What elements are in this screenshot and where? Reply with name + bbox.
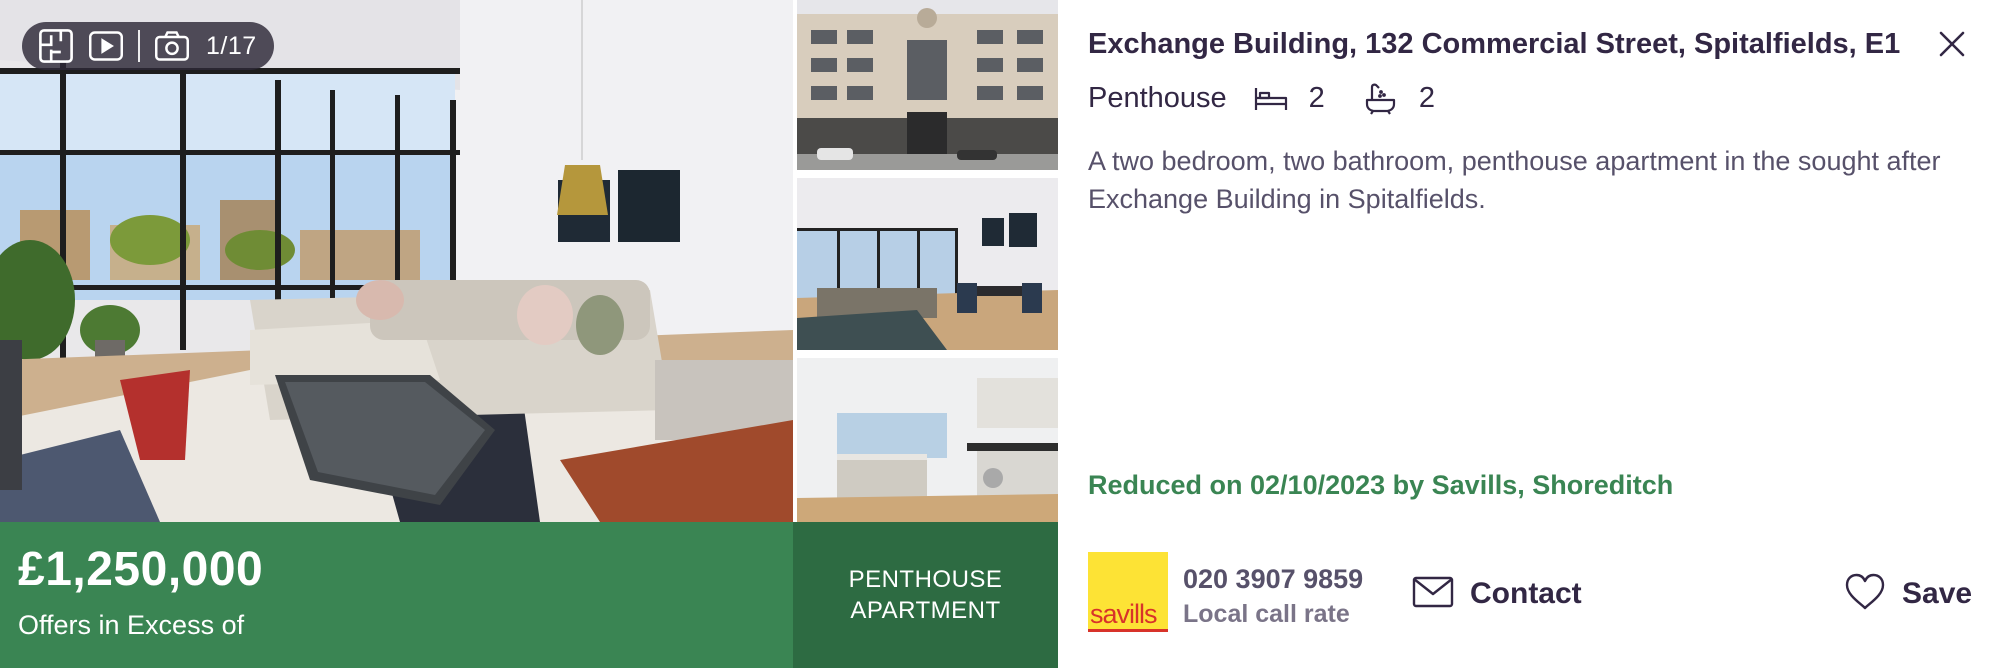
property-meta: Penthouse 2 2	[1088, 80, 1473, 116]
envelope-icon	[1412, 576, 1454, 613]
property-type: Penthouse	[1088, 81, 1227, 114]
property-description: A two bedroom, two bathroom, penthouse a…	[1088, 146, 1941, 214]
bed-icon	[1253, 82, 1289, 114]
price: £1,250,000	[18, 543, 264, 596]
bathroom-count: 2	[1418, 81, 1435, 114]
floorplan-icon[interactable]	[38, 28, 74, 64]
agent-logo[interactable]: savills	[1088, 552, 1168, 632]
property-type-badge-line2: APARTMENT	[850, 597, 1001, 624]
thumbnail-living-dining[interactable]	[797, 178, 1058, 350]
contact-button[interactable]: Contact	[1412, 572, 1582, 616]
thumbnail-building-exterior[interactable]	[797, 0, 1058, 170]
save-button[interactable]: Save	[1844, 572, 1972, 616]
thumbnail-kitchen[interactable]	[797, 358, 1058, 522]
price-qualifier: Offers in Excess of	[18, 610, 245, 640]
media-controls: 1/17	[22, 22, 274, 70]
price-banner[interactable]: £1,250,000 Offers in Excess of	[0, 522, 793, 668]
divider	[138, 30, 140, 62]
property-type-badge-line1: PENTHOUSE	[848, 566, 1003, 593]
reduced-note: Reduced on 02/10/2023 by Savills, Shored…	[1088, 470, 1674, 500]
property-type-badge: PENTHOUSE APARTMENT	[793, 522, 1058, 668]
property-address[interactable]: Exchange Building, 132 Commercial Street…	[1088, 28, 1900, 61]
photo-counter: 1/17	[206, 31, 257, 60]
bedroom-count: 2	[1308, 81, 1325, 114]
agent-phone[interactable]: 020 3907 9859	[1183, 564, 1363, 595]
main-photo[interactable]	[0, 0, 793, 522]
property-listing-card[interactable]: 1/17 £1,250,000 Offers in Excess of PENT…	[0, 0, 2000, 668]
contact-label: Contact	[1470, 577, 1582, 610]
video-icon[interactable]	[88, 28, 124, 64]
heart-icon	[1844, 573, 1886, 616]
call-rate-label: Local call rate	[1183, 600, 1350, 628]
camera-icon[interactable]	[154, 28, 190, 64]
save-label: Save	[1902, 577, 1973, 610]
agent-logo-underline	[1088, 629, 1168, 632]
agent-logo-text: savills	[1090, 599, 1158, 629]
bath-icon	[1363, 82, 1399, 115]
close-icon[interactable]	[1934, 26, 1970, 62]
